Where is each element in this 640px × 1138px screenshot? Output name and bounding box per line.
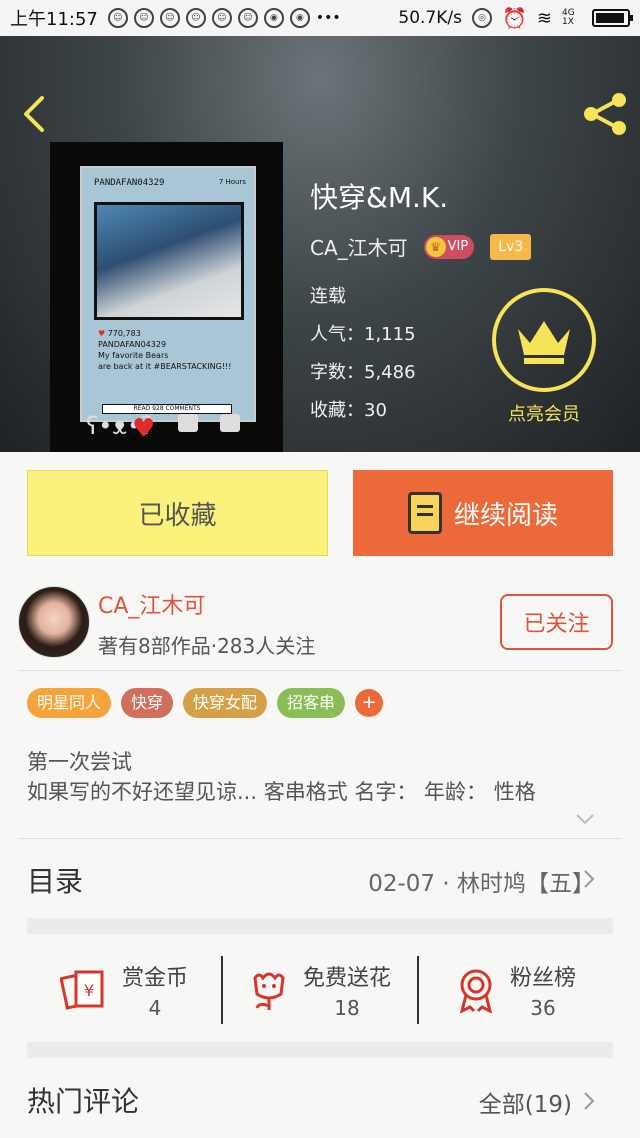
battery-icon (592, 9, 633, 27)
vip-badge: ♛ VIP (423, 234, 475, 259)
chevron-right-icon[interactable] (582, 1090, 596, 1112)
chevron-right-icon[interactable] (582, 868, 596, 890)
description-line-2: 如果写的不好还望见谅... 客串格式 名字： 年龄： 性格 (27, 780, 536, 804)
cover-username: PANDAFAN04329 (94, 178, 165, 188)
book-icon (407, 492, 442, 534)
back-icon[interactable] (20, 94, 48, 134)
author-row: CA_江木可 ♛ VIP Lv3 (310, 232, 532, 261)
favorited-label: 已收藏 (138, 500, 217, 531)
notification-icons: ☺ ☺ ☺ ☺ ☺ ☺ ◉ ◉ ••• (107, 8, 341, 28)
reward-coins-count: 4 (148, 996, 162, 1020)
member-label[interactable]: 点亮会员 (490, 400, 598, 426)
status-time: 上午11:57 (10, 9, 98, 30)
book-author[interactable]: CA_江木可 (310, 232, 408, 261)
status-bar: 上午11:57 ☺ ☺ ☺ ☺ ☺ ☺ ◉ ◉ ••• 50.7K/s ◎ ⏰ … (0, 0, 640, 36)
author-info: 著有8部作品·283人关注 (98, 634, 316, 658)
description-line-1: 第一次尝试 (27, 750, 132, 774)
continue-reading-label: 继续阅读 (453, 500, 558, 531)
tag-item[interactable]: 明星同人 (27, 688, 112, 718)
level-badge: Lv3 (490, 233, 532, 260)
book-status: 连载 (310, 286, 346, 307)
medal-icon (459, 969, 493, 1013)
cover-caption-2: are back at it #BEARSTACKING!!! (98, 362, 232, 371)
tag-item[interactable]: 快穿女配 (183, 688, 268, 718)
book-word-count: 字数：5,486 (310, 362, 416, 383)
weibo-icon: ◉ (263, 8, 284, 28)
send-flower-count: 18 (334, 996, 360, 1020)
notify-icon: ☺ (107, 8, 128, 28)
tag-list: 明星同人 快穿 快穿女配 招客串 + (27, 688, 384, 718)
notify-icon: ☺ (159, 8, 180, 28)
rewards-row: ¥ 赏金币 4 免费送花 18 粉丝榜 36 (27, 950, 613, 1030)
flower-icon (253, 972, 285, 1010)
divider (18, 670, 622, 671)
svg-text:¥: ¥ (84, 981, 94, 1000)
book-title: 快穿&M.K. (310, 181, 449, 214)
book-header: PANDAFAN04329 7 Hours ♥ 770,783 PANDAFAN… (0, 36, 640, 452)
crown-icon (518, 321, 570, 364)
reward-coins-label: 赏金币 (121, 966, 188, 991)
add-tag-button[interactable]: + (355, 689, 384, 717)
section-gap (27, 1042, 613, 1058)
comment-icon (220, 414, 240, 432)
heart-icon: ♥ (132, 414, 156, 444)
notify-icon: ☺ (133, 8, 154, 28)
red-envelope-icon: ¥ (59, 970, 104, 1010)
tag-item[interactable]: 招客串 (277, 688, 346, 718)
favorited-button[interactable]: 已收藏 (27, 470, 328, 556)
fan-ranking-button[interactable]: 粉丝榜 36 (419, 950, 613, 1030)
fan-ranking-count: 36 (530, 996, 556, 1020)
hot-comments-label: 热门评论 (27, 1085, 140, 1118)
book-popularity: 人气：1,115 (310, 324, 416, 345)
cover-frame: PANDAFAN04329 7 Hours ♥ 770,783 PANDAFAN… (80, 166, 256, 422)
more-icon: ••• (315, 10, 341, 26)
cover-caption-user: PANDAFAN04329 (98, 340, 167, 349)
cover-photo (94, 202, 244, 320)
vip-label: VIP (447, 239, 469, 254)
follow-button[interactable]: 已关注 (500, 594, 613, 650)
book-favorites: 收藏：30 (310, 400, 387, 421)
follow-label: 已关注 (523, 612, 590, 637)
sync-icon: ◎ (472, 8, 492, 28)
fan-ranking-label: 粉丝榜 (509, 966, 576, 991)
author-name[interactable]: CA_江木可 (98, 588, 205, 620)
send-flower-label: 免费送花 (302, 966, 391, 991)
send-flower-button[interactable]: 免费送花 18 (223, 950, 417, 1030)
notify-icon: ☺ (237, 8, 258, 28)
toc-label[interactable]: 目录 (27, 860, 83, 900)
crown-icon: ♛ (425, 236, 446, 257)
tag-item[interactable]: 快穿 (121, 688, 174, 718)
divider (18, 838, 622, 839)
share-icon[interactable] (582, 92, 628, 136)
section-gap (27, 918, 613, 934)
reward-coins-button[interactable]: ¥ 赏金币 4 (27, 950, 221, 1030)
all-comments-link[interactable]: 全部(19) (479, 1085, 572, 1119)
book-cover[interactable]: PANDAFAN04329 7 Hours ♥ 770,783 PANDAFAN… (50, 142, 283, 452)
toc-latest-chapter[interactable]: 02-07 · 林时鸠【五】 (368, 864, 595, 898)
network-speed: 50.7K/s (398, 8, 462, 28)
notify-icon: ☺ (185, 8, 206, 28)
weibo-icon: ◉ (289, 8, 310, 28)
cover-likes: 770,783 (107, 329, 141, 338)
thumbs-up-icon (178, 414, 198, 432)
continue-reading-button[interactable]: 继续阅读 (353, 470, 613, 556)
alarm-icon: ⏰ (502, 6, 527, 30)
expand-chevron-icon[interactable] (574, 808, 596, 830)
cover-time: 7 Hours (218, 178, 246, 186)
cover-caption: ♥ 770,783 PANDAFAN04329 My favorite Bear… (98, 329, 232, 371)
avatar[interactable] (18, 586, 90, 658)
wifi-icon: ≋ (536, 7, 552, 29)
cover-caption-1: My favorite Bears (98, 351, 169, 360)
member-button[interactable] (492, 288, 596, 392)
notify-icon: ☺ (211, 8, 232, 28)
network-type: 4G 1X (562, 8, 575, 27)
